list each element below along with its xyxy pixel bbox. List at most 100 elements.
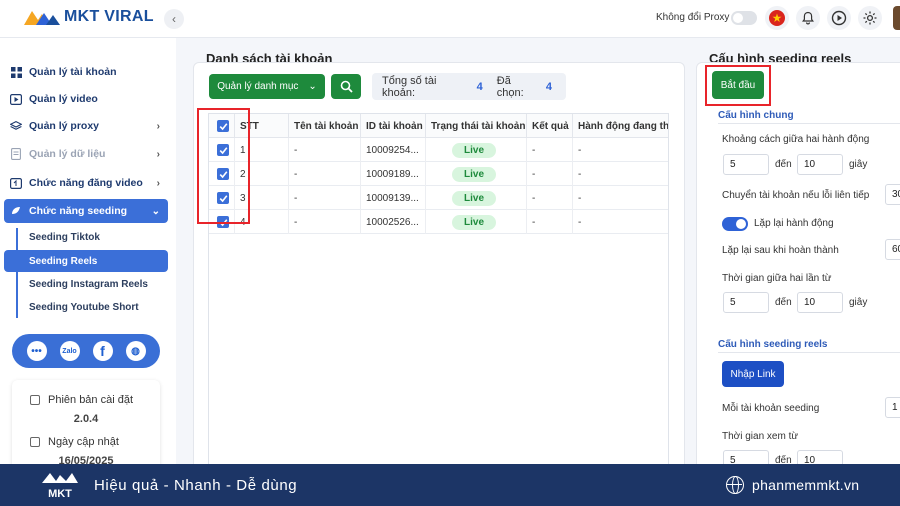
cell-result: -: [526, 210, 572, 234]
col-action[interactable]: Hành động đang thực: [572, 114, 668, 138]
delay-label: Khoảng cách giữa hai hành động: [722, 134, 870, 145]
sidebar-item-label: Quản lý proxy: [29, 120, 100, 132]
facebook-icon[interactable]: f: [92, 341, 113, 361]
cell-name: -: [288, 210, 360, 234]
reels-config-title: Cấu hình seeding reels: [718, 339, 828, 350]
zalo-icon[interactable]: Zalo: [59, 341, 80, 361]
category-manager-label: Quản lý danh mục: [217, 81, 299, 92]
bell-icon[interactable]: [796, 6, 820, 30]
proxy-toggle[interactable]: [731, 11, 757, 25]
between-label: Thời gian giữa hai lần từ: [722, 273, 832, 284]
footer-website[interactable]: phanmemmkt.vn: [752, 477, 859, 493]
checkbox-highlight-frame: [197, 108, 250, 224]
app-name: MKT VIRAL: [64, 8, 154, 25]
sidebar-item-accounts[interactable]: Quản lý tài khoản: [10, 61, 168, 83]
sidebar-item-seeding[interactable]: Chức năng seeding ⌄: [4, 199, 168, 223]
sidebar-item-label: Chức năng đăng video: [29, 177, 143, 189]
cell-id: 10002526...: [360, 210, 425, 234]
delay-from-input[interactable]: 5: [723, 154, 769, 175]
sidebar-item-post-video[interactable]: Chức năng đăng video ›: [10, 172, 168, 194]
import-link-button[interactable]: Nhập Link: [722, 361, 784, 387]
table-row[interactable]: 3 - 10009139... Live - -: [209, 186, 668, 210]
col-result[interactable]: Kết quả: [526, 114, 572, 138]
total-count: 4: [476, 80, 483, 93]
language-flag-icon[interactable]: [765, 6, 789, 30]
version-value: 2.0.4: [73, 413, 99, 425]
divider: [718, 352, 900, 353]
user-avatar[interactable]: [893, 6, 900, 30]
sidebar-item-proxy[interactable]: Quản lý proxy ›: [10, 115, 168, 137]
mkt-logo-icon: MKT: [42, 473, 78, 500]
globe-icon: [726, 476, 744, 494]
cell-action: -: [572, 138, 668, 162]
general-config-title: Cấu hình chung: [718, 110, 794, 121]
search-button[interactable]: [331, 74, 361, 99]
table-row[interactable]: 4 - 10002526... Live - -: [209, 210, 668, 234]
table-row[interactable]: 1 - 10009254... Live - -: [209, 138, 668, 162]
per-account-label: Mỗi tài khoản seeding: [722, 403, 820, 414]
cell-id: 10009139...: [360, 186, 425, 210]
submenu-seeding-youtube-short[interactable]: Seeding Youtube Short: [29, 302, 139, 313]
status-badge: Live: [452, 190, 497, 206]
table-row[interactable]: 2 - 10009189... Live - -: [209, 162, 668, 186]
chevron-right-icon: ›: [156, 120, 160, 132]
between-to-input[interactable]: 10: [797, 292, 843, 313]
switch-account-label: Chuyển tài khoản nếu lỗi liên tiếp: [722, 190, 870, 201]
repeat-after-input[interactable]: 60: [885, 239, 900, 260]
per-account-input[interactable]: 1: [885, 397, 900, 418]
col-account-id[interactable]: ID tài khoản: [360, 114, 425, 138]
document-icon: [10, 148, 22, 160]
collapse-sidebar-button[interactable]: ‹: [164, 9, 184, 29]
submenu-seeding-instagram-reels[interactable]: Seeding Instagram Reels: [29, 279, 148, 290]
cell-name: -: [288, 186, 360, 210]
chevron-right-icon: ›: [156, 148, 160, 160]
sidebar-item-label: Quản lý dữ liệu: [29, 148, 106, 160]
cell-status: Live: [425, 138, 526, 162]
repeat-action-switch[interactable]: [722, 217, 748, 231]
settings-gear-icon[interactable]: [858, 6, 882, 30]
svg-text:MKT: MKT: [48, 488, 72, 500]
table-header: STT Tên tài khoản ID tài khoản Trạng thá…: [209, 114, 668, 138]
seeding-icon: [10, 205, 22, 217]
chat-icon[interactable]: •••: [26, 341, 47, 361]
app-logo[interactable]: MKT VIRAL: [22, 8, 154, 26]
between-from-input[interactable]: 5: [723, 292, 769, 313]
logo-mark-icon: [24, 11, 60, 25]
sidebar: Quản lý tài khoản Quản lý video Quản lý …: [0, 38, 176, 470]
cell-id: 10009254...: [360, 138, 425, 162]
top-bar: MKT VIRAL ‹ Không đổi Proxy: [0, 0, 900, 38]
submenu-seeding-tiktok[interactable]: Seeding Tiktok: [29, 232, 100, 243]
switch-account-input[interactable]: 30: [885, 184, 900, 205]
chevron-down-icon: ⌄: [151, 205, 160, 217]
status-badge: Live: [452, 214, 497, 230]
play-circle-icon[interactable]: [827, 6, 851, 30]
col-account-status[interactable]: Trạng thái tài khoản: [425, 114, 526, 138]
proxy-toggle-label: Không đổi Proxy: [656, 12, 730, 23]
upload-image-icon: [10, 177, 22, 189]
selected-label: Đã chọn:: [496, 74, 524, 99]
cell-result: -: [526, 138, 572, 162]
cell-status: Live: [425, 186, 526, 210]
sidebar-item-label: Chức năng seeding: [29, 205, 128, 217]
cell-name: -: [288, 162, 360, 186]
cell-action: -: [572, 186, 668, 210]
social-links-bar: ••• Zalo f ◍: [12, 334, 160, 368]
sidebar-item-data[interactable]: Quản lý dữ liệu ›: [10, 143, 168, 165]
submenu-seeding-reels[interactable]: Seeding Reels: [4, 250, 168, 272]
globe-icon[interactable]: ◍: [125, 341, 146, 361]
sidebar-item-videos[interactable]: Quản lý video: [10, 88, 168, 110]
delay-to-input[interactable]: 10: [797, 154, 843, 175]
chevron-down-icon: ⌄: [308, 81, 317, 92]
divider: [718, 123, 900, 124]
updated-row: Ngày cập nhật: [30, 436, 119, 448]
category-manager-button[interactable]: Quản lý danh mục ⌄: [209, 74, 325, 99]
account-table: STT Tên tài khoản ID tài khoản Trạng thá…: [208, 113, 669, 468]
col-account-name[interactable]: Tên tài khoản: [288, 114, 360, 138]
footer-slogan: Hiệu quả - Nhanh - Dễ dùng: [94, 477, 298, 494]
sidebar-item-label: Quản lý tài khoản: [29, 66, 117, 78]
repeat-action-label: Lặp lại hành động: [754, 218, 834, 229]
updated-label: Ngày cập nhật: [48, 436, 119, 448]
to-word: đến: [775, 297, 792, 308]
calendar-icon: [30, 437, 40, 447]
search-icon: [340, 80, 353, 93]
